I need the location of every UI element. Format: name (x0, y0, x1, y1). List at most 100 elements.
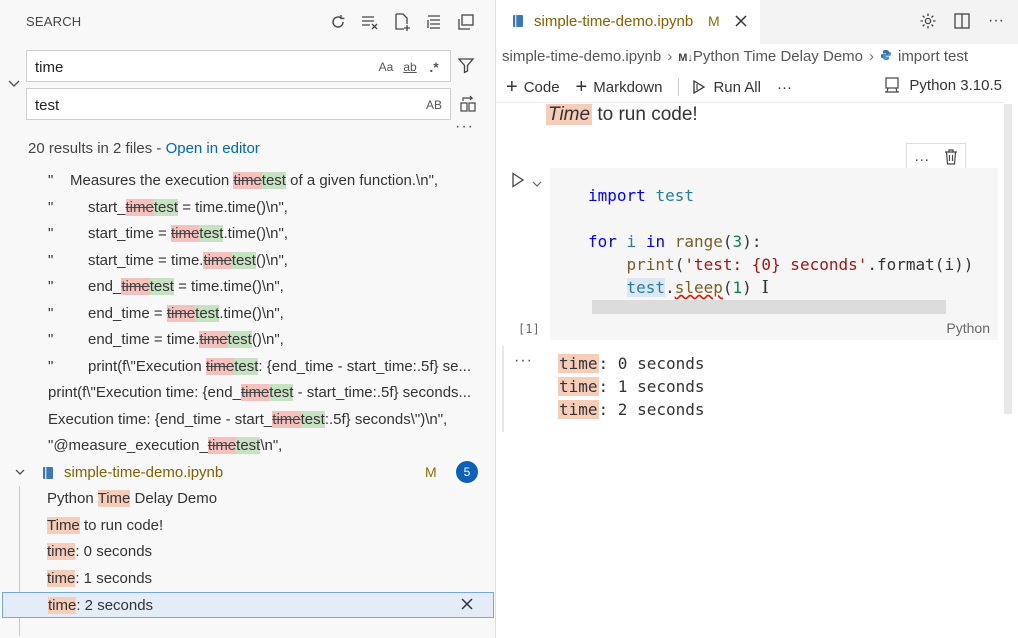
replacement-preview: test (261, 172, 286, 189)
breadcrumb-file[interactable]: simple-time-demo.ipynb (502, 48, 661, 65)
search-result-row[interactable]: " end_timetest = time.time()\n", (0, 274, 495, 300)
filter-icon[interactable] (455, 54, 477, 76)
code-editor[interactable]: import test for i in range(3): print('te… (588, 184, 973, 299)
file-group-header[interactable]: simple-time-demo.ipynb M 5 (0, 460, 495, 486)
result-quote: " (48, 251, 54, 269)
output-more-icon[interactable]: ··· (514, 352, 533, 370)
result-suffix: : {end_time - start_time:.5f} se... (258, 357, 472, 375)
refresh-icon[interactable] (325, 10, 351, 34)
search-more-actions-icon[interactable]: ··· (455, 118, 474, 136)
removed-match: time (166, 304, 196, 322)
replacement-preview: test (149, 278, 174, 295)
removed-match: time (121, 278, 150, 295)
search-highlight: time (558, 354, 599, 373)
result-quote: " (48, 304, 54, 322)
replace-all-icon[interactable] (457, 93, 479, 115)
add-markdown-cell-button[interactable]: + Markdown (575, 76, 663, 98)
code-cell[interactable]: import test for i in range(3): print('te… (550, 168, 998, 340)
function-name: print (626, 255, 675, 274)
close-icon[interactable] (734, 14, 748, 33)
file-match-row[interactable]: time: 0 seconds (0, 539, 495, 565)
run-cell-icon[interactable] (511, 172, 525, 193)
match-case-toggle[interactable]: Aa (376, 57, 396, 77)
removed-match: time (125, 198, 154, 216)
match-whole-word-toggle[interactable]: ab (400, 57, 420, 77)
file-match-row[interactable]: time: 2 seconds (2, 592, 494, 618)
markdown-cell-line[interactable]: Time to run code! (546, 104, 698, 126)
match-suffix: : 0 seconds (75, 543, 153, 560)
removed-match: time (199, 331, 228, 348)
new-search-editor-icon[interactable] (389, 10, 415, 34)
search-result-row[interactable]: " print(f\"Execution timetest: {end_time … (0, 354, 495, 380)
search-highlight: Time (47, 516, 80, 534)
search-input-value: time (35, 59, 64, 76)
vertical-scrollbar[interactable] (1004, 104, 1012, 414)
output-line: time: 2 seconds (558, 398, 705, 421)
search-result-row[interactable]: " end_time = timetest.time()\n", (0, 301, 495, 327)
search-highlight: time (47, 543, 76, 560)
modified-indicator: M (425, 464, 437, 480)
result-text: end_time = time.timetest()\n", (88, 331, 284, 348)
results-summary-text: 20 results in 2 files - (28, 140, 166, 157)
tab-label: simple-time-demo.ipynb (534, 13, 694, 30)
search-result-row[interactable]: " end_time = time.timetest()\n", (0, 327, 495, 353)
breadcrumb-section[interactable]: Python Time Delay Demo (693, 48, 863, 65)
replacement-preview: test (231, 251, 256, 269)
result-text: start_timetest = time.time()\n", (88, 198, 288, 216)
cell-more-icon[interactable]: ··· (914, 151, 929, 168)
result-text: start_time = timetest.time()\n", (88, 225, 288, 242)
split-editor-icon[interactable] (952, 10, 972, 32)
plus-icon: + (575, 76, 588, 98)
gear-icon[interactable] (918, 10, 938, 32)
kernel-picker[interactable]: Python 3.10.5 (883, 76, 1002, 94)
run-options-chevron-icon[interactable] (532, 175, 542, 193)
open-in-editor-link[interactable]: Open in editor (166, 140, 260, 157)
toggle-replace-chevron-icon[interactable] (6, 76, 22, 92)
kernel-label: Python 3.10.5 (909, 76, 1002, 94)
search-result-row[interactable]: "@measure_execution_timetest\n", (0, 433, 495, 459)
output-text: : 1 seconds (598, 377, 705, 396)
run-all-button[interactable]: Run All (691, 79, 761, 96)
collapse-all-icon[interactable] (421, 10, 447, 34)
search-result-row[interactable]: " start_time = time.timetest()\n", (0, 248, 495, 274)
search-input[interactable]: time Aa ab .* (26, 50, 451, 82)
search-result-row[interactable]: " start_time = timetest.time()\n", (0, 221, 495, 247)
file-match-row[interactable]: time: 1 seconds (0, 566, 495, 592)
result-text: start_time = time.timetest()\n", (88, 251, 288, 269)
result-quote: " (48, 278, 54, 295)
more-actions-icon[interactable]: ··· (986, 10, 1006, 32)
replace-input[interactable]: test AB (26, 88, 451, 120)
chevron-down-icon[interactable] (14, 465, 26, 483)
add-code-cell-button[interactable]: + Code (506, 77, 560, 97)
kernel-icon (885, 77, 900, 93)
search-result-row[interactable]: print(f\"Execution time: {end_timetest -… (0, 380, 495, 406)
notebook-file-icon (512, 14, 524, 33)
function-name: range (674, 232, 723, 251)
keyword: in (645, 232, 666, 251)
file-name: simple-time-demo.ipynb (64, 464, 224, 481)
result-suffix: ()\n", (251, 331, 284, 348)
search-result-row[interactable]: " start_timetest = time.time()\n", (0, 195, 495, 221)
horizontal-scrollbar[interactable] (592, 300, 946, 314)
regex-toggle[interactable]: .* (424, 57, 444, 77)
breadcrumb-symbol[interactable]: import test (898, 48, 968, 65)
result-text: Execution time: {end_time - start_timete… (48, 410, 447, 428)
match-suffix: to run code! (79, 516, 164, 534)
search-result-row[interactable]: Execution time: {end_time - start_timete… (0, 407, 495, 433)
result-prefix: end_ (88, 278, 122, 295)
toolbar-more-icon[interactable]: ··· (777, 79, 792, 96)
file-match-row[interactable]: Time to run code! (0, 513, 495, 539)
file-match-row[interactable]: Python Time Delay Demo (0, 486, 495, 512)
tab-simple-time-demo[interactable]: simple-time-demo.ipynb M (496, 0, 760, 44)
preserve-case-toggle[interactable]: AB (424, 95, 444, 115)
number: 1 (732, 278, 743, 297)
search-highlight: time (47, 569, 76, 587)
delete-cell-icon[interactable] (944, 148, 958, 170)
breadcrumb-separator-icon: › (868, 48, 874, 65)
cell-language[interactable]: Python (946, 320, 990, 336)
string: 'test: {0} seconds' (684, 255, 868, 274)
dismiss-result-icon[interactable] (460, 597, 476, 613)
search-result-row[interactable]: " Measures the execution timetest of a gi… (0, 168, 495, 194)
view-as-tree-icon[interactable] (453, 10, 479, 34)
clear-results-icon[interactable] (357, 10, 383, 34)
